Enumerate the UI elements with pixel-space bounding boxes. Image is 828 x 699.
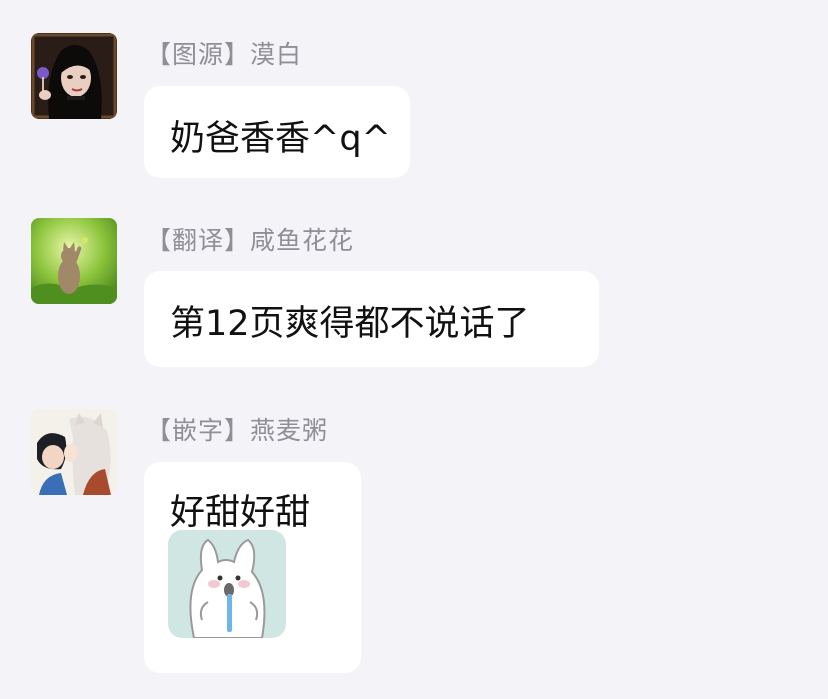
sender-label: 【图源】漠白 — [146, 35, 302, 71]
sender-name: 燕麦粥 — [250, 416, 329, 445]
sender-tag: 【嵌字】 — [146, 416, 251, 445]
message-text: 第12页爽得都不说话了 — [170, 304, 530, 344]
sender-name: 咸鱼花花 — [250, 226, 355, 255]
message-bubble[interactable]: 奶爸香香^q^ — [144, 86, 410, 178]
message-bubble[interactable]: 好甜好甜 — [144, 462, 361, 673]
message-text: 好甜好甜 — [170, 493, 311, 533]
avatar[interactable] — [31, 218, 117, 304]
white-bunny-sticker-icon — [168, 530, 286, 638]
sender-tag: 【图源】 — [146, 40, 251, 69]
message-text: 奶爸香香^q^ — [170, 119, 391, 159]
sticker-image[interactable] — [168, 530, 286, 638]
sender-name: 漠白 — [250, 40, 303, 69]
sender-label: 【翻译】咸鱼花花 — [146, 221, 354, 257]
sender-tag: 【翻译】 — [146, 226, 251, 255]
sender-label: 【嵌字】燕麦粥 — [146, 411, 328, 447]
avatar-girl-dark-hair-icon — [31, 33, 117, 119]
avatar-cat-on-grass-icon — [31, 218, 117, 304]
avatar[interactable] — [31, 33, 117, 119]
avatar[interactable] — [31, 409, 117, 495]
message-bubble[interactable]: 第12页爽得都不说话了 — [144, 271, 599, 367]
avatar-anime-couple-icon — [31, 409, 117, 495]
